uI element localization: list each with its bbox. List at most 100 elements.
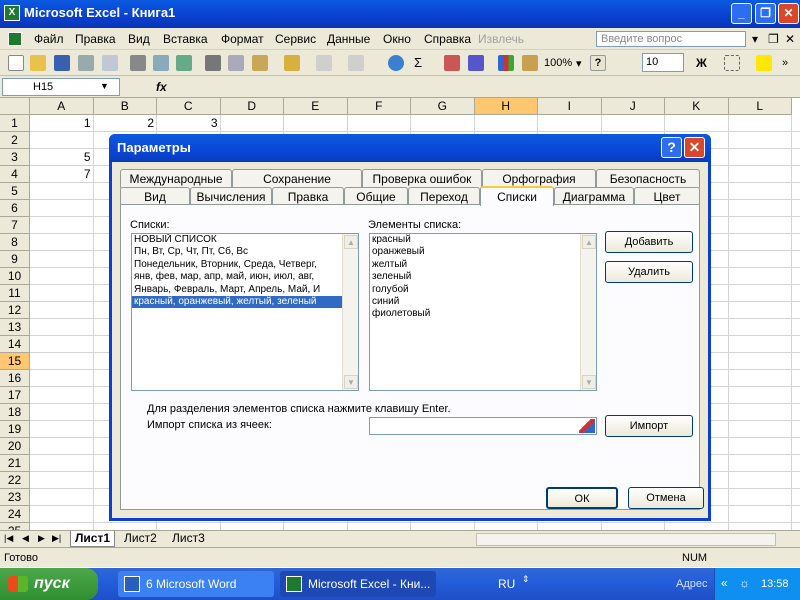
help-icon[interactable]: ?: [590, 55, 606, 71]
row-header[interactable]: 21: [0, 455, 30, 472]
entries-scroll-up-icon[interactable]: ▲: [582, 235, 596, 249]
column-header[interactable]: A: [30, 98, 94, 115]
language-toggle-icon[interactable]: ⇕: [522, 574, 530, 585]
cell-a3[interactable]: 5: [30, 149, 94, 166]
column-header[interactable]: K: [665, 98, 729, 115]
ask-question-input[interactable]: Введите вопрос: [596, 31, 746, 47]
print-preview-icon[interactable]: [153, 55, 169, 71]
list-entries-textarea[interactable]: красный оранжевый желтый зеленый голубой сини…: [369, 233, 597, 391]
row-header[interactable]: 3: [0, 149, 30, 166]
borders-icon[interactable]: [724, 55, 740, 71]
delete-button[interactable]: Удалить: [605, 261, 693, 283]
collapse-dialog-icon[interactable]: [579, 419, 595, 433]
row-header[interactable]: 13: [0, 319, 30, 336]
row-header[interactable]: 23: [0, 489, 30, 506]
row-header[interactable]: 18: [0, 404, 30, 421]
permission-icon[interactable]: [78, 55, 94, 71]
row-header[interactable]: 4: [0, 166, 30, 183]
new-icon[interactable]: [8, 55, 24, 71]
sheet-tab-3[interactable]: Лист3: [168, 531, 209, 547]
column-header[interactable]: C: [157, 98, 221, 115]
column-header[interactable]: I: [538, 98, 602, 115]
email-icon[interactable]: [102, 55, 118, 71]
row-header[interactable]: 16: [0, 370, 30, 387]
list-entry[interactable]: зеленый: [370, 271, 596, 283]
workbook-icon[interactable]: [8, 32, 22, 46]
add-button[interactable]: Добавить: [605, 231, 693, 253]
lists-scrollbar[interactable]: ▲ ▼: [342, 234, 358, 390]
row-header[interactable]: 8: [0, 234, 30, 251]
menu-edit[interactable]: Правка: [75, 32, 116, 46]
cut-icon[interactable]: [205, 55, 221, 71]
clock[interactable]: 13:58: [761, 578, 789, 590]
menu-format[interactable]: Формат: [221, 32, 264, 46]
entries-scroll-down-icon[interactable]: ▼: [582, 375, 596, 389]
font-size-field[interactable]: 10: [642, 53, 684, 72]
horizontal-scrollbar[interactable]: [476, 533, 776, 546]
spelling-icon[interactable]: [176, 55, 192, 71]
first-sheet-icon[interactable]: |◀: [4, 533, 13, 544]
column-header[interactable]: J: [601, 98, 665, 115]
dialog-close-button[interactable]: ✕: [684, 137, 705, 158]
copy-icon[interactable]: [228, 55, 244, 71]
cell-c1[interactable]: 3: [157, 115, 221, 132]
row-header[interactable]: 1: [0, 115, 30, 132]
prev-sheet-icon[interactable]: ◀: [22, 533, 29, 544]
chart-wizard-icon[interactable]: [498, 55, 514, 71]
entries-scrollbar[interactable]: ▲ ▼: [580, 234, 596, 390]
lists-scroll-up-icon[interactable]: ▲: [344, 235, 358, 249]
row-header[interactable]: 20: [0, 438, 30, 455]
row-header[interactable]: 22: [0, 472, 30, 489]
row-header[interactable]: 5: [0, 183, 30, 200]
column-header[interactable]: L: [728, 98, 792, 115]
row-header[interactable]: 19: [0, 421, 30, 438]
menu-tools[interactable]: Сервис: [275, 32, 316, 46]
select-all-corner[interactable]: [0, 98, 30, 115]
doc-close-icon[interactable]: ✕: [785, 32, 795, 46]
hyperlink-icon[interactable]: [388, 55, 404, 71]
tab-save[interactable]: Сохранение: [232, 169, 362, 188]
row-header[interactable]: 9: [0, 251, 30, 268]
column-header[interactable]: D: [220, 98, 284, 115]
toolbar-options-icon[interactable]: »: [782, 57, 788, 69]
zoom-value[interactable]: 100%: [544, 57, 572, 69]
row-header[interactable]: 15: [0, 353, 30, 370]
column-header[interactable]: H: [474, 98, 538, 115]
next-sheet-icon[interactable]: ▶: [38, 533, 45, 544]
column-header[interactable]: G: [411, 98, 475, 115]
column-header[interactable]: E: [284, 98, 348, 115]
cell-a1[interactable]: 1: [30, 115, 94, 132]
print-icon[interactable]: [130, 55, 146, 71]
list-entry[interactable]: фиолетовый: [370, 308, 596, 320]
menu-window[interactable]: Окно: [383, 32, 411, 46]
zoom-dropdown-icon[interactable]: ▾: [576, 57, 582, 70]
paste-icon[interactable]: [252, 55, 268, 71]
cancel-button[interactable]: Отмена: [628, 487, 704, 509]
dialog-help-button[interactable]: ?: [661, 137, 682, 158]
open-icon[interactable]: [30, 55, 46, 71]
list-entry[interactable]: синий: [370, 296, 596, 308]
import-range-input[interactable]: [369, 417, 597, 435]
sheet-tab-2[interactable]: Лист2: [120, 531, 161, 547]
row-header[interactable]: 24: [0, 506, 30, 523]
column-header[interactable]: F: [347, 98, 411, 115]
custom-list-item[interactable]: янв, фев, мар, апр, май, июн, июл, авг,: [132, 271, 358, 283]
taskbar-word[interactable]: 6 Microsoft Word: [118, 571, 274, 597]
minimize-button[interactable]: _: [731, 3, 752, 24]
bold-button[interactable]: Ж: [696, 56, 707, 70]
cell-a4[interactable]: 7: [30, 166, 94, 183]
custom-list-item[interactable]: Понедельник, Вторник, Среда, Четверг,: [132, 259, 358, 271]
format-painter-icon[interactable]: [284, 55, 300, 71]
sort-ascending-icon[interactable]: [444, 55, 460, 71]
tray-arrow-icon[interactable]: «: [721, 576, 728, 590]
list-entry[interactable]: оранжевый: [370, 246, 596, 258]
sheet-tab-1[interactable]: Лист1: [70, 531, 116, 547]
redo-icon[interactable]: [348, 55, 364, 71]
language-indicator[interactable]: RU: [498, 577, 515, 591]
row-header[interactable]: 17: [0, 387, 30, 404]
import-button[interactable]: Импорт: [605, 415, 693, 437]
drawing-icon[interactable]: [522, 55, 538, 71]
close-button[interactable]: ✕: [778, 3, 799, 24]
start-button[interactable]: пуск: [0, 568, 98, 600]
column-header[interactable]: B: [93, 98, 157, 115]
